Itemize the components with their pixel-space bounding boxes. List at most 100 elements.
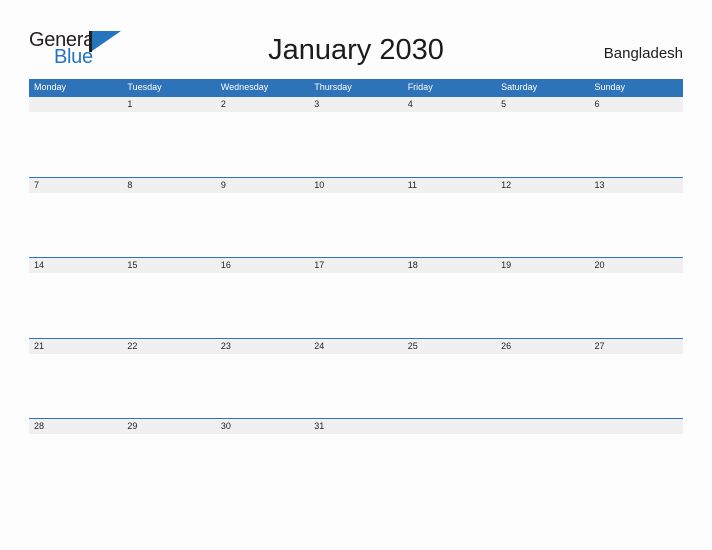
day-notes-area[interactable] [29, 434, 122, 499]
day-number: 25 [407, 340, 418, 351]
day-band [29, 177, 123, 193]
day-cell[interactable]: 28 [29, 419, 123, 499]
day-notes-area[interactable] [309, 434, 402, 499]
day-cell[interactable] [589, 419, 683, 499]
day-notes-area[interactable] [122, 112, 215, 177]
day-cell[interactable]: 26 [496, 338, 590, 419]
day-cell[interactable]: 19 [496, 258, 590, 338]
day-notes-area[interactable] [403, 112, 496, 177]
day-notes-area[interactable] [590, 193, 683, 258]
day-band [29, 97, 123, 112]
day-notes-area[interactable] [29, 354, 122, 419]
day-cell[interactable]: 22 [122, 338, 216, 419]
day-notes-area[interactable] [216, 112, 309, 177]
day-number: 27 [594, 340, 605, 351]
day-cell[interactable] [496, 419, 590, 499]
day-number: 5 [501, 99, 507, 109]
day-notes-area[interactable] [309, 273, 402, 338]
day-notes-area[interactable] [122, 434, 215, 499]
day-band [309, 97, 403, 112]
day-cell[interactable]: 30 [215, 419, 310, 499]
day-cell[interactable] [29, 97, 123, 177]
day-notes-area[interactable] [216, 434, 309, 499]
day-notes-area[interactable] [216, 273, 309, 338]
day-notes-area[interactable] [29, 273, 122, 338]
day-band [122, 177, 216, 193]
day-cell[interactable]: 7 [29, 177, 123, 258]
day-notes-area[interactable] [216, 193, 309, 258]
day-notes-area[interactable] [122, 354, 215, 419]
day-cell[interactable]: 21 [29, 338, 123, 419]
day-number: 22 [127, 340, 138, 351]
day-cell[interactable]: 5 [496, 97, 590, 177]
day-cell[interactable]: 2 [215, 97, 310, 177]
locale-label: Bangladesh [603, 45, 683, 62]
day-number: 17 [314, 260, 325, 270]
day-cell[interactable]: 27 [589, 338, 683, 419]
day-number: 1 [127, 99, 133, 109]
day-notes-area[interactable] [403, 434, 496, 499]
day-notes-area[interactable] [29, 112, 122, 177]
day-cell[interactable]: 20 [589, 258, 683, 338]
day-cell[interactable]: 17 [309, 258, 403, 338]
day-band [589, 97, 683, 112]
day-cell[interactable]: 23 [215, 338, 310, 419]
day-notes-area[interactable] [496, 193, 589, 258]
weekday-header-friday: Friday [407, 82, 433, 92]
weekday-header-sunday: Sunday [594, 82, 626, 92]
day-notes-area[interactable] [590, 434, 683, 499]
day-notes-area[interactable] [403, 193, 496, 258]
day-notes-area[interactable] [590, 354, 683, 419]
day-notes-area[interactable] [496, 354, 589, 419]
day-cell[interactable]: 10 [309, 177, 403, 258]
day-cell[interactable]: 14 [29, 258, 123, 338]
day-cell[interactable]: 25 [402, 338, 497, 419]
weekday-header-monday: Monday [34, 82, 67, 92]
day-number: 29 [127, 421, 138, 431]
day-cell[interactable]: 18 [402, 258, 497, 338]
day-number: 20 [594, 260, 605, 270]
day-notes-area[interactable] [496, 112, 589, 177]
day-number: 28 [34, 421, 45, 431]
day-number: 6 [594, 99, 600, 109]
day-notes-area[interactable] [496, 273, 589, 338]
day-notes-area[interactable] [309, 354, 402, 419]
day-cell[interactable]: 13 [589, 177, 683, 258]
day-notes-area[interactable] [590, 112, 683, 177]
day-cell[interactable]: 11 [402, 177, 497, 258]
day-notes-area[interactable] [122, 273, 215, 338]
day-notes-area[interactable] [403, 273, 496, 338]
day-notes-area[interactable] [122, 193, 215, 258]
day-cell[interactable]: 15 [122, 258, 216, 338]
day-number: 8 [127, 179, 133, 190]
day-notes-area[interactable] [403, 354, 496, 419]
week-row: 7 8 9 10 11 12 13 [29, 176, 683, 258]
day-cell[interactable]: 24 [309, 338, 403, 419]
day-cell[interactable]: 31 [309, 419, 403, 499]
day-notes-area[interactable] [496, 434, 589, 499]
day-cell[interactable] [402, 419, 497, 499]
day-number: 26 [501, 340, 512, 351]
day-number: 23 [220, 340, 231, 351]
day-notes-area[interactable] [590, 273, 683, 338]
day-notes-area[interactable] [309, 193, 402, 258]
day-cell[interactable]: 29 [122, 419, 216, 499]
day-cell[interactable]: 4 [402, 97, 497, 177]
day-cell[interactable]: 6 [589, 97, 683, 177]
day-cell[interactable]: 8 [122, 177, 216, 258]
day-number: 15 [127, 260, 138, 270]
day-cell[interactable]: 16 [215, 258, 310, 338]
day-notes-area[interactable] [309, 112, 402, 177]
day-notes-area[interactable] [216, 354, 309, 419]
weekday-header-saturday: Saturday [501, 82, 538, 92]
day-notes-area[interactable] [29, 193, 122, 258]
day-cell[interactable]: 1 [122, 97, 216, 177]
day-cell[interactable]: 3 [309, 97, 403, 177]
day-band [496, 97, 590, 112]
day-band [215, 97, 310, 112]
day-cell[interactable]: 12 [496, 177, 590, 258]
calendar-grid: Monday Tuesday Wednesday Thursday Friday… [29, 79, 683, 499]
day-band [122, 97, 216, 112]
week-row: 1 2 3 4 5 6 [29, 96, 683, 177]
day-cell[interactable]: 9 [215, 177, 310, 258]
